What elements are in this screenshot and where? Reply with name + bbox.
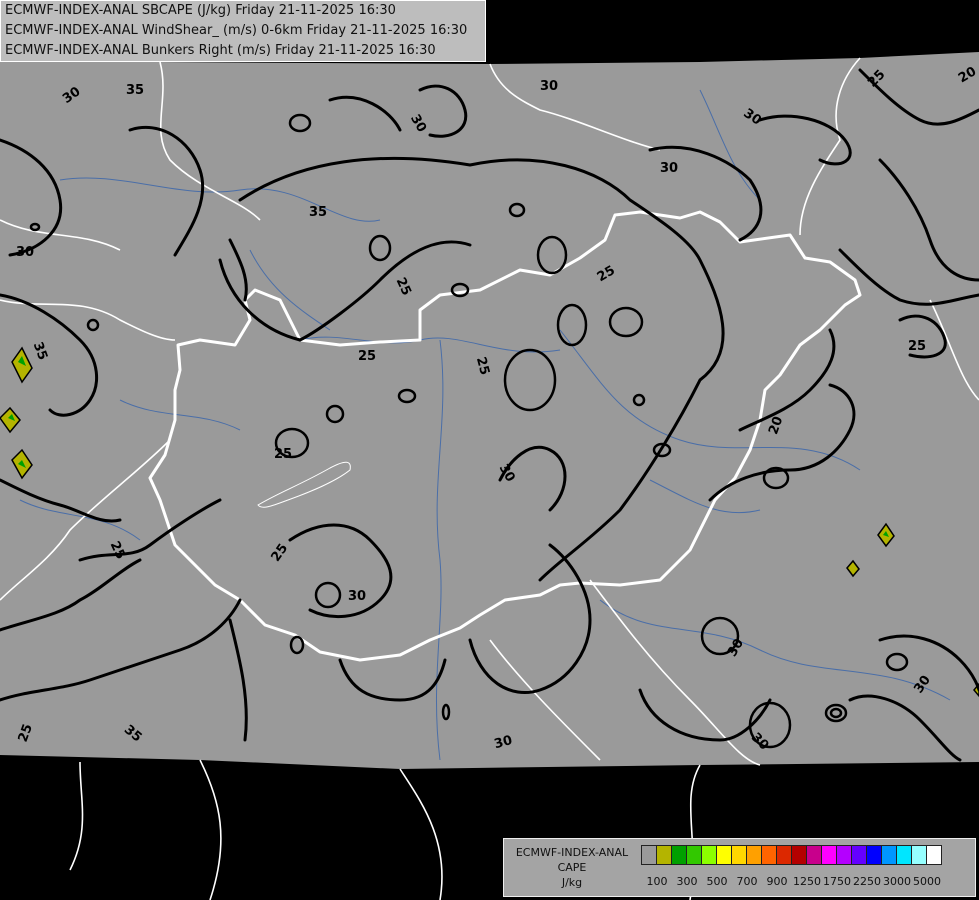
contour-label: 30 [540,79,558,94]
contour-label: 25 [274,447,292,462]
legend-title-param: CAPE [557,861,587,874]
legend-tick-label: 1750 [823,875,851,888]
header-line-windshear: ECMWF-INDEX-ANAL WindShear_ (m/s) 0-6km … [5,23,468,38]
header-line-sbcape: ECMWF-INDEX-ANAL SBCAPE (J/kg) Friday 21… [5,3,396,18]
map-header: ECMWF-INDEX-ANAL SBCAPE (J/kg) Friday 21… [0,0,486,62]
contour-label: 30 [660,161,678,176]
legend-tick-label: 3000 [883,875,911,888]
legend-swatch [866,845,882,865]
legend-title-unit: J/kg [561,876,583,889]
legend-swatch [821,845,837,865]
contour-label: 35 [309,205,327,220]
contour-label: 30 [16,245,34,260]
legend-swatch [746,845,762,865]
legend-swatches [641,845,942,865]
legend-swatch [896,845,912,865]
legend-tick-label: 500 [706,875,728,888]
legend-swatch [731,845,747,865]
cape-legend: ECMWF-INDEX-ANAL CAPE J/kg 100 300 500 700 9… [503,838,976,897]
legend-tick-label: 1250 [793,875,821,888]
legend-swatch [806,845,822,865]
legend-swatch [851,845,867,865]
legend-tick-label: 5000 [913,875,941,888]
legend-tick-label: 2250 [853,875,881,888]
legend-swatch [761,845,777,865]
legend-tick-label: 900 [766,875,788,888]
legend-tick-label: 700 [736,875,758,888]
contour-label: 25 [358,349,376,364]
legend-tick-label: 300 [676,875,698,888]
legend-swatch [776,845,792,865]
contour-label: 25 [908,339,926,354]
legend-swatch [911,845,927,865]
contour-label: 35 [126,83,144,98]
legend-swatch [716,845,732,865]
legend-title: ECMWF-INDEX-ANAL CAPE J/kg [506,845,638,890]
legend-ticks: 100 300 500 700 900 1250 1750 2250 3000 5000 [642,875,972,891]
legend-swatch [686,845,702,865]
legend-swatch [656,845,672,865]
legend-swatch [701,845,717,865]
legend-swatch [641,845,657,865]
legend-swatch [671,845,687,865]
legend-swatch [836,845,852,865]
contour-label: 30 [348,589,366,604]
weather-map: 30 35 30 35 30 30 30 35 25 25 25 30 25 3… [0,52,979,900]
legend-tick-label: 100 [646,875,668,888]
legend-swatch [791,845,807,865]
legend-title-model: ECMWF-INDEX-ANAL [515,846,629,859]
legend-swatch [881,845,897,865]
header-line-bunkers: ECMWF-INDEX-ANAL Bunkers Right (m/s) Fri… [5,43,436,58]
legend-swatch [926,845,942,865]
